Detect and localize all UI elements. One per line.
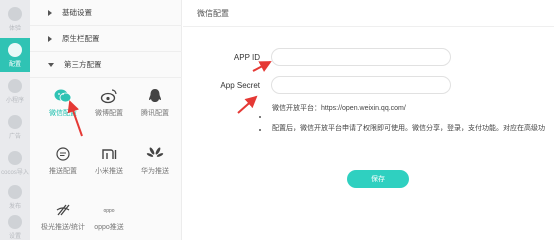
rail-item-publish[interactable]: 发布	[0, 182, 30, 212]
rail-item-cocos[interactable]: cocos导入	[0, 148, 30, 178]
rail-item-config[interactable]: 配置	[0, 38, 30, 72]
rail-item-miniprogram[interactable]: 小程序	[0, 76, 30, 106]
wechat-icon	[54, 88, 72, 104]
rail-item-label: 设置	[8, 233, 21, 240]
item-label: 推送配置	[49, 168, 77, 175]
rail-item-label: cocos导入	[1, 169, 29, 176]
app-secret-label: App Secret	[220, 81, 260, 90]
item-label: 微信配置	[49, 110, 77, 117]
jiguang-icon	[54, 202, 72, 218]
huawei-icon	[146, 146, 164, 162]
rail-item-experience[interactable]: 体验	[0, 4, 30, 34]
svg-text:oppo: oppo	[103, 208, 114, 214]
item-label: oppo推送	[94, 224, 124, 231]
item-qq-config[interactable]: 腾讯配置	[132, 84, 178, 124]
title-divider	[183, 26, 554, 27]
page-title: 微信配置	[197, 9, 229, 18]
rail-item-label: 发布	[8, 203, 21, 210]
rail-item-settings[interactable]: 设置	[0, 212, 30, 240]
oppo-icon: oppo	[100, 202, 118, 218]
item-label: 微博配置	[95, 110, 123, 117]
push-icon	[54, 146, 72, 162]
app-id-input[interactable]	[271, 48, 451, 66]
item-xiaomi-push[interactable]: 小米推送	[86, 142, 132, 182]
rail-item-label: 配置	[8, 61, 21, 68]
bullet-dot	[259, 129, 261, 131]
ads-icon	[8, 114, 22, 129]
publish-icon	[8, 184, 22, 199]
app-rail: 体验 配置 小程序 广告 cocos导入 发布 设置	[0, 0, 30, 240]
app-secret-input[interactable]	[271, 76, 451, 94]
item-wechat-config[interactable]: 微信配置	[40, 84, 86, 124]
settings-icon	[8, 214, 22, 229]
miniprogram-icon	[8, 78, 22, 93]
qq-icon	[146, 88, 164, 104]
section-third-party[interactable]: 第三方配置	[30, 52, 182, 78]
item-label: 华为推送	[141, 168, 169, 175]
rail-item-label: 广告	[8, 133, 21, 140]
item-label: 极光推送/统计	[41, 224, 85, 231]
settings-sidebar: 基础设置 原生栏配置 第三方配置 微信配置 微博配置 腾讯配置 推送配置 小米推…	[30, 0, 182, 240]
section-label: 基础设置	[62, 8, 92, 17]
app-id-label: APP ID	[233, 53, 260, 62]
save-button[interactable]: 保存	[347, 170, 409, 188]
caret-right-icon	[48, 35, 52, 42]
section-basic-settings[interactable]: 基础设置	[30, 0, 182, 26]
caret-down-icon	[48, 62, 54, 67]
main-content: 微信配置 APP ID App Secret 微信开放平台：https://op…	[183, 0, 554, 240]
bullet-dot	[259, 116, 261, 118]
item-oppo-push[interactable]: oppo oppo推送	[86, 198, 132, 238]
section-label: 第三方配置	[64, 60, 102, 69]
caret-right-icon	[48, 9, 52, 16]
item-label: 腾讯配置	[141, 110, 169, 117]
platform-hint: 微信开放平台：https://open.weixin.qq.com/	[272, 105, 406, 112]
xiaomi-icon	[100, 146, 118, 162]
rail-item-label: 小程序	[5, 97, 24, 104]
experience-icon	[8, 6, 22, 21]
section-native-bar[interactable]: 原生栏配置	[30, 26, 182, 52]
weibo-icon	[100, 88, 118, 104]
item-label: 小米推送	[95, 168, 123, 175]
section-label: 原生栏配置	[62, 34, 100, 43]
config-icon	[8, 42, 22, 57]
item-weibo-config[interactable]: 微博配置	[86, 84, 132, 124]
cocos-icon	[8, 150, 22, 165]
rail-item-ads[interactable]: 广告	[0, 112, 30, 142]
item-huawei-push[interactable]: 华为推送	[132, 142, 178, 182]
rail-item-label: 体验	[8, 25, 21, 32]
config-note: 配置后，微信开放平台申请了权限即可使用。微信分享，登录，支付功能。对应在高级功	[272, 125, 545, 132]
item-push-config[interactable]: 推送配置	[40, 142, 86, 182]
item-jiguang-push[interactable]: 极光推送/统计	[40, 198, 86, 238]
